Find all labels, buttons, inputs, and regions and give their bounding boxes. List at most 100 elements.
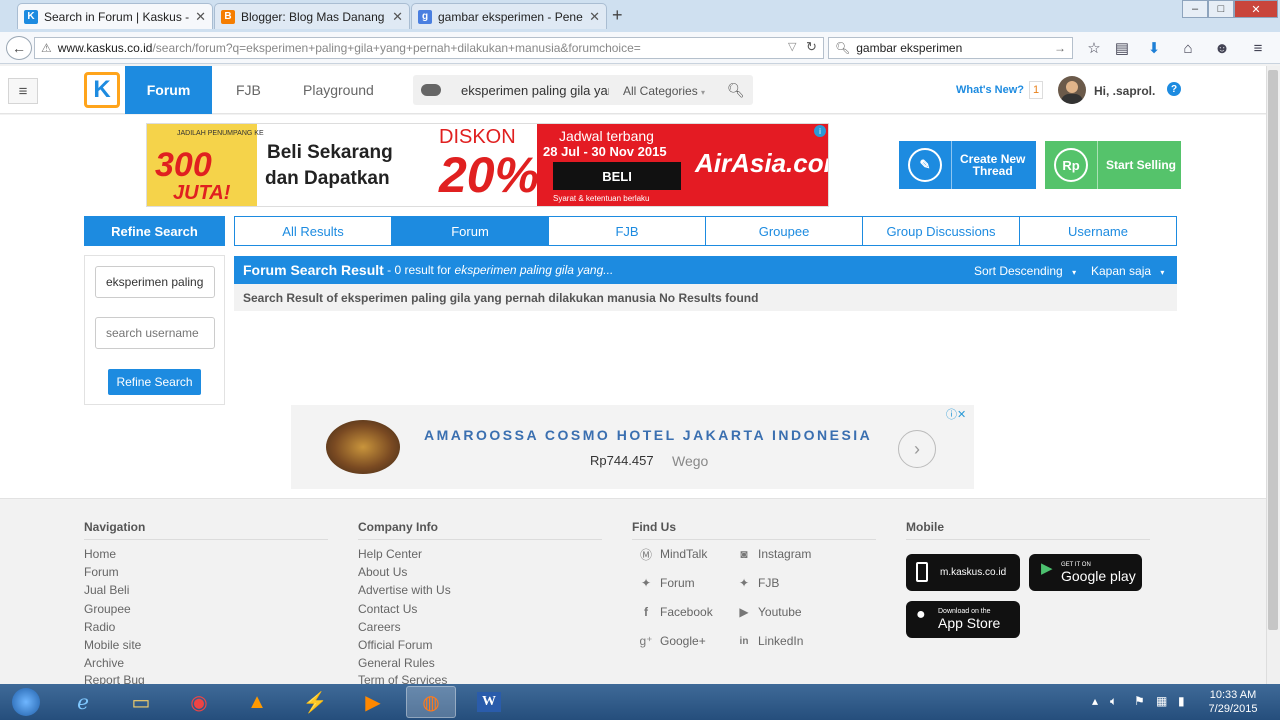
battery-icon[interactable]: ▮ [1178, 694, 1185, 708]
close-icon[interactable]: ✕ [589, 9, 600, 25]
reload-icon[interactable]: ↻ [806, 39, 817, 55]
close-icon[interactable]: ✕ [392, 9, 403, 25]
flag-icon[interactable]: ⚑ [1134, 694, 1145, 708]
taskbar-clock[interactable]: 10:33 AM 7/29/2015 [1200, 688, 1266, 716]
findus-link[interactable]: Youtube [758, 605, 802, 619]
footer-link[interactable]: About Us [358, 565, 407, 579]
findus-link[interactable]: LinkedIn [758, 634, 803, 648]
avatar[interactable] [1058, 76, 1086, 104]
dropdown-arrow-icon[interactable]: ▽ [788, 40, 796, 53]
home-icon[interactable]: ⌂ [1178, 38, 1198, 58]
start-selling-button[interactable]: Rp Start Selling [1045, 141, 1181, 189]
network-icon[interactable]: ▦ [1156, 694, 1167, 708]
cloud-icon[interactable] [421, 84, 441, 96]
hotel-name[interactable]: AMAROOSSA COSMO HOTEL JAKARTA INDONESIA [424, 427, 872, 443]
findus-link[interactable]: Facebook [660, 605, 713, 619]
chrome-icon[interactable]: ◉ [174, 686, 224, 718]
user-greeting[interactable]: Hi, .saprol. [1094, 84, 1155, 98]
footer-link[interactable]: Archive [84, 656, 124, 670]
url-bar[interactable]: ⚠ www.kaskus.co.id /search/forum?q=ekspe… [34, 37, 824, 59]
ad-beli-button[interactable]: BELI [553, 162, 681, 190]
findus-link[interactable]: Instagram [758, 547, 811, 561]
media-player-icon[interactable]: ▶ [348, 686, 398, 718]
internet-explorer-icon[interactable]: ℯ [58, 686, 108, 718]
whats-new-link[interactable]: What's New? [956, 84, 1024, 96]
footer-link[interactable]: Careers [358, 620, 401, 634]
browser-search-input[interactable]: 🔍︎ gambar eksperimen → [828, 37, 1073, 59]
footer-link[interactable]: Radio [84, 620, 115, 634]
browser-tab-blogger[interactable]: B Blogger: Blog Mas Danang ... ✕ [214, 3, 410, 29]
search-icon[interactable]: 🔍︎ [727, 82, 745, 99]
google-play-button[interactable]: ▶ GET IT ON Google play [1029, 554, 1142, 591]
nav-playground[interactable]: Playground [303, 66, 374, 114]
browser-tab-google[interactable]: g gambar eksperimen - Pene... ✕ [411, 3, 607, 29]
header-search-input[interactable] [461, 82, 609, 98]
google-plus-icon: g⁺ [639, 634, 653, 648]
close-icon[interactable]: ✕ [195, 9, 206, 25]
footer-link[interactable]: Home [84, 547, 116, 561]
kaskus-logo[interactable]: K [84, 72, 120, 108]
footer-link[interactable]: Forum [84, 565, 119, 579]
bookmark-star-icon[interactable]: ☆ [1084, 38, 1104, 58]
go-arrow-icon[interactable]: → [1054, 41, 1066, 55]
tab-group-discussions[interactable]: Group Discussions [862, 216, 1020, 246]
sort-dropdown[interactable]: Sort Descending ▾ [974, 264, 1076, 278]
footer-link[interactable]: Help Center [358, 547, 422, 561]
nav-fjb[interactable]: FJB [236, 66, 261, 114]
footer-link[interactable]: Groupee [84, 602, 131, 616]
refine-query-input[interactable] [95, 266, 215, 298]
footer-link[interactable]: Mobile site [84, 638, 141, 652]
time-filter-dropdown[interactable]: Kapan saja ▾ [1091, 264, 1164, 278]
tab-forum[interactable]: Forum [391, 216, 549, 246]
tab-username[interactable]: Username [1019, 216, 1177, 246]
refine-search-button[interactable]: Refine Search [108, 369, 201, 395]
volume-icon[interactable]: 🔈︎ [1110, 694, 1117, 709]
footer-link[interactable]: Contact Us [358, 602, 417, 616]
word-icon[interactable]: W [464, 686, 514, 718]
file-explorer-icon[interactable]: ▭ [116, 686, 166, 718]
category-select[interactable]: All Categories ▾ [623, 84, 705, 98]
winamp-icon[interactable]: ⚡ [290, 686, 340, 718]
chevron-right-icon[interactable]: › [898, 430, 936, 468]
firefox-icon[interactable]: ◍ [406, 686, 456, 718]
footer-link[interactable]: Jual Beli [84, 583, 129, 597]
tray-chevron-icon[interactable]: ▴ [1092, 694, 1098, 708]
minimize-icon[interactable]: – [1182, 0, 1208, 18]
nav-forum[interactable]: Forum [125, 66, 212, 114]
scrollbar-thumb[interactable] [1268, 70, 1278, 630]
findus-link[interactable]: Google+ [660, 634, 706, 648]
app-store-button[interactable]: ● Download on the App Store [906, 601, 1020, 638]
start-button-icon[interactable] [0, 686, 52, 718]
bookmarks-list-icon[interactable]: ▤ [1112, 38, 1132, 58]
footer-link[interactable]: General Rules [358, 656, 435, 670]
downloads-icon[interactable]: ⬇ [1144, 38, 1164, 58]
hotel-ad[interactable]: AMAROOSSA COSMO HOTEL JAKARTA INDONESIA … [291, 405, 974, 489]
help-icon[interactable]: ? [1167, 82, 1181, 96]
ad-info-close-icon[interactable]: ⓘ✕ [946, 406, 966, 422]
footer-link[interactable]: Advertise with Us [358, 583, 451, 597]
search-username-input[interactable] [95, 317, 215, 349]
mobile-site-button[interactable]: m.kaskus.co.id [906, 554, 1020, 591]
maximize-icon[interactable]: □ [1208, 0, 1234, 18]
chevron-down-icon: ▾ [1160, 268, 1165, 277]
create-thread-button[interactable]: ✎ Create New Thread [899, 141, 1036, 189]
tab-groupee[interactable]: Groupee [705, 216, 863, 246]
airasia-ad-banner[interactable]: JADILAH PENUMPANG KE 300 JUTA! Beli Seka… [146, 123, 829, 207]
vlc-icon[interactable]: ▲ [232, 686, 282, 718]
footer-link[interactable]: Official Forum [358, 638, 432, 652]
window-close-icon[interactable]: ✕ [1234, 0, 1278, 18]
notification-badge[interactable]: 1 [1029, 81, 1043, 99]
findus-link[interactable]: Forum [660, 576, 695, 590]
ad-info-icon[interactable]: i [814, 125, 826, 137]
findus-link[interactable]: MindTalk [660, 547, 707, 561]
findus-link[interactable]: FJB [758, 576, 779, 590]
back-arrow-icon[interactable]: ← [6, 36, 32, 60]
hamburger-menu-icon[interactable]: ≡ [8, 78, 38, 104]
menu-icon[interactable]: ≡ [1248, 38, 1268, 58]
tab-fjb[interactable]: FJB [548, 216, 706, 246]
chat-icon[interactable]: ☻ [1212, 38, 1232, 58]
new-tab-plus-icon[interactable]: + [612, 5, 623, 26]
twitter-icon: ✦ [738, 576, 750, 590]
browser-tab-kaskus[interactable]: K Search in Forum | Kaskus - ... ✕ [17, 3, 213, 29]
tab-all-results[interactable]: All Results [234, 216, 392, 246]
